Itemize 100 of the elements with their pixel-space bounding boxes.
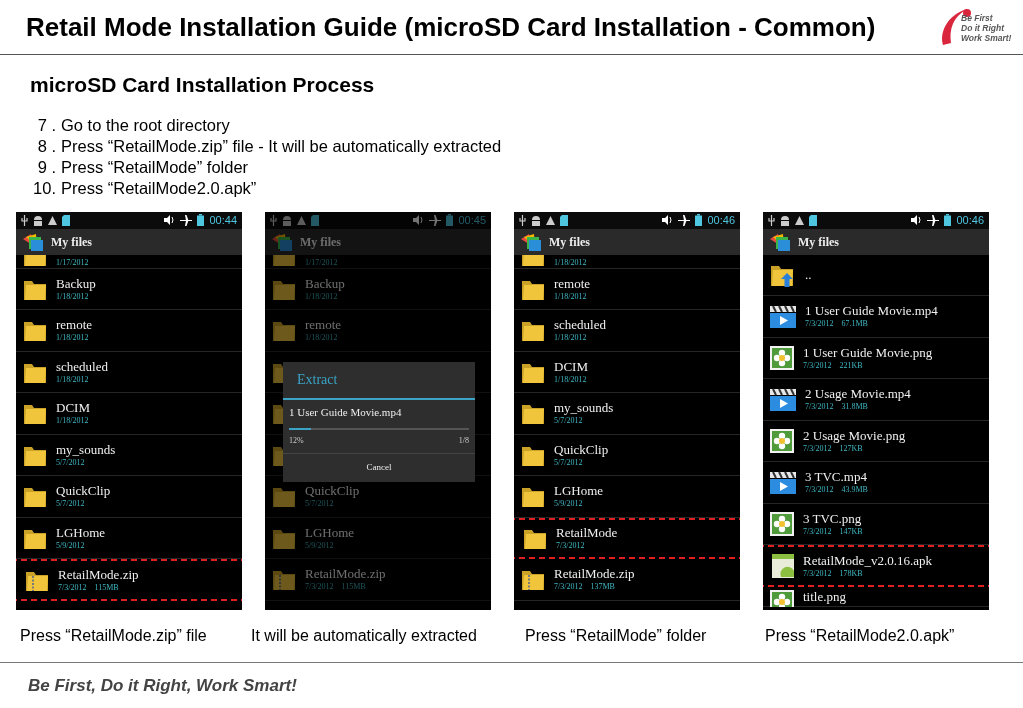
file-row[interactable]: remote 1/18/2012	[16, 310, 242, 352]
file-name: RetailMode_v2.0.16.apk	[803, 552, 932, 569]
file-row[interactable]: RetailMode.zip 7/3/2012 137MB	[514, 559, 740, 601]
file-date: 1/18/2012	[554, 291, 587, 302]
file-row[interactable]: RetailMode 7/3/2012	[514, 517, 740, 559]
battery-icon	[446, 214, 454, 226]
file-row[interactable]: 3 TVC.png 7/3/2012 147KB	[763, 503, 989, 545]
slide-title: Retail Mode Installation Guide (microSD Card Installation - Common)	[26, 10, 876, 44]
file-row[interactable]: my_sounds 5/7/2012	[16, 434, 242, 476]
file-row[interactable]: 2 Usage Movie.mp4 7/3/2012 31.8MB	[763, 379, 989, 421]
step-text: Press “RetailMode” folder	[61, 156, 249, 178]
my-files-app-icon	[270, 232, 292, 251]
section-heading: microSD Card Installation Process	[30, 72, 376, 98]
screen-caption: Press “RetailMode2.0.apk”	[765, 626, 955, 644]
file-size: 31.8MB	[841, 402, 868, 413]
file-date: 5/9/2012	[305, 540, 334, 551]
file-row[interactable]: LGHome 5/9/2012	[265, 517, 491, 559]
battery-icon	[944, 214, 952, 226]
file-row[interactable]: 2 Usage Movie.png 7/3/2012 127KB	[763, 420, 989, 462]
file-date: 5/7/2012	[56, 499, 85, 510]
file-date: 7/3/2012	[58, 582, 87, 593]
file-row[interactable]: DCIM 1/18/2012	[514, 351, 740, 393]
sd-card-icon	[311, 214, 319, 226]
file-date: 1/18/2012	[56, 416, 89, 427]
logo-text: Work Smart!	[961, 33, 1012, 43]
my-files-app-icon	[768, 232, 790, 251]
file-date: 5/7/2012	[554, 457, 583, 468]
file-name: my_sounds	[56, 441, 116, 458]
file-name: Backup	[305, 275, 345, 292]
warning-triangle-icon	[795, 215, 804, 225]
airplane-icon	[927, 214, 940, 226]
file-row[interactable]: Backup 1/18/2012	[265, 268, 491, 310]
image-file-icon	[769, 344, 795, 371]
file-row[interactable]: 1/18/2012	[514, 254, 740, 269]
file-name: scheduled	[56, 358, 108, 375]
file-date: 1/18/2012	[56, 333, 89, 344]
file-date: 7/3/2012	[803, 443, 832, 454]
file-name: 3 TVC.png	[803, 510, 863, 527]
battery-icon	[197, 214, 205, 226]
file-row[interactable]: RetailMode.zip 7/3/2012 115MB	[265, 559, 491, 601]
file-date: 7/3/2012	[554, 582, 583, 593]
file-name: my_sounds	[554, 400, 614, 417]
file-name: remote	[56, 317, 93, 334]
file-date: 1/18/2012	[554, 374, 587, 385]
file-date: 1/17/2012	[56, 257, 89, 268]
file-name: 1 User Guide Movie.mp4	[805, 303, 938, 320]
warning-triangle-icon	[546, 215, 555, 225]
step-number: 10.	[32, 177, 57, 199]
file-name: scheduled	[554, 317, 606, 334]
file-row[interactable]: ..	[763, 254, 989, 296]
dialog-file-name: 1 User Guide Movie.mp4	[289, 404, 403, 420]
volume-icon	[662, 215, 674, 225]
airplane-icon	[678, 214, 691, 226]
file-name: 2 Usage Movie.png	[803, 427, 906, 444]
file-row[interactable]: DCIM 1/18/2012	[16, 393, 242, 435]
cancel-button[interactable]: Cancel	[283, 453, 475, 482]
file-row[interactable]: LGHome 5/9/2012	[514, 476, 740, 518]
file-row[interactable]: QuickClip 5/7/2012	[16, 476, 242, 518]
battery-icon	[695, 214, 703, 226]
file-size: 137MB	[590, 582, 615, 593]
file-row[interactable]: Backup 1/18/2012	[16, 268, 242, 310]
file-size: 178KB	[839, 568, 863, 579]
file-row[interactable]: remote 1/18/2012	[265, 310, 491, 352]
file-row[interactable]: my_sounds 5/7/2012	[514, 393, 740, 435]
step-number: 7 .	[36, 114, 57, 136]
dialog-title: Extract	[297, 371, 338, 389]
file-name: 2 Usage Movie.mp4	[805, 386, 911, 403]
screen-caption: Press “RetailMode.zip” file	[20, 626, 207, 644]
file-row[interactable]: 1/17/2012	[16, 254, 242, 269]
step-number: 8 .	[36, 135, 57, 157]
file-name: RetailMode.zip	[305, 566, 386, 583]
file-date: 7/3/2012	[556, 541, 585, 552]
file-date: 7/3/2012	[805, 319, 834, 330]
file-row[interactable]: RetailMode.zip 7/3/2012 115MB	[16, 559, 242, 601]
file-row[interactable]: 3 TVC.mp4 7/3/2012 43.9MB	[763, 462, 989, 504]
status-time: 00:44	[209, 214, 237, 226]
file-row[interactable]: remote 1/18/2012	[514, 268, 740, 310]
airplane-icon	[180, 214, 193, 226]
file-size: 115MB	[94, 582, 119, 593]
file-name: DCIM	[554, 358, 588, 375]
file-row[interactable]: scheduled 1/18/2012	[16, 351, 242, 393]
file-row[interactable]: LGHome 5/9/2012	[16, 517, 242, 559]
file-row[interactable]: RetailMode_v2.0.16.apk 7/3/2012 178KB	[763, 545, 989, 587]
file-row[interactable]: 1 User Guide Movie.mp4 7/3/2012 67.1MB	[763, 296, 989, 338]
file-row[interactable]: QuickClip 5/7/2012	[514, 434, 740, 476]
file-row[interactable]: scheduled 1/18/2012	[514, 310, 740, 352]
apk-file-icon	[771, 552, 795, 579]
file-date: 7/3/2012	[805, 402, 834, 413]
my-files-app-icon	[519, 232, 541, 251]
status-time: 00:46	[707, 214, 735, 226]
file-date: 5/9/2012	[56, 540, 85, 551]
step-text: Press “RetailMode2.0.apk”	[61, 177, 257, 199]
file-date: 5/7/2012	[56, 457, 85, 468]
file-name: QuickClip	[554, 441, 609, 458]
file-date: 1/18/2012	[554, 333, 587, 344]
file-name: remote	[554, 275, 591, 292]
file-name: RetailMode.zip	[58, 566, 139, 583]
file-row[interactable]: 1 User Guide Movie.png 7/3/2012 221KB	[763, 337, 989, 379]
video-clapper-icon	[769, 303, 797, 330]
file-row[interactable]: title.png	[763, 586, 989, 607]
